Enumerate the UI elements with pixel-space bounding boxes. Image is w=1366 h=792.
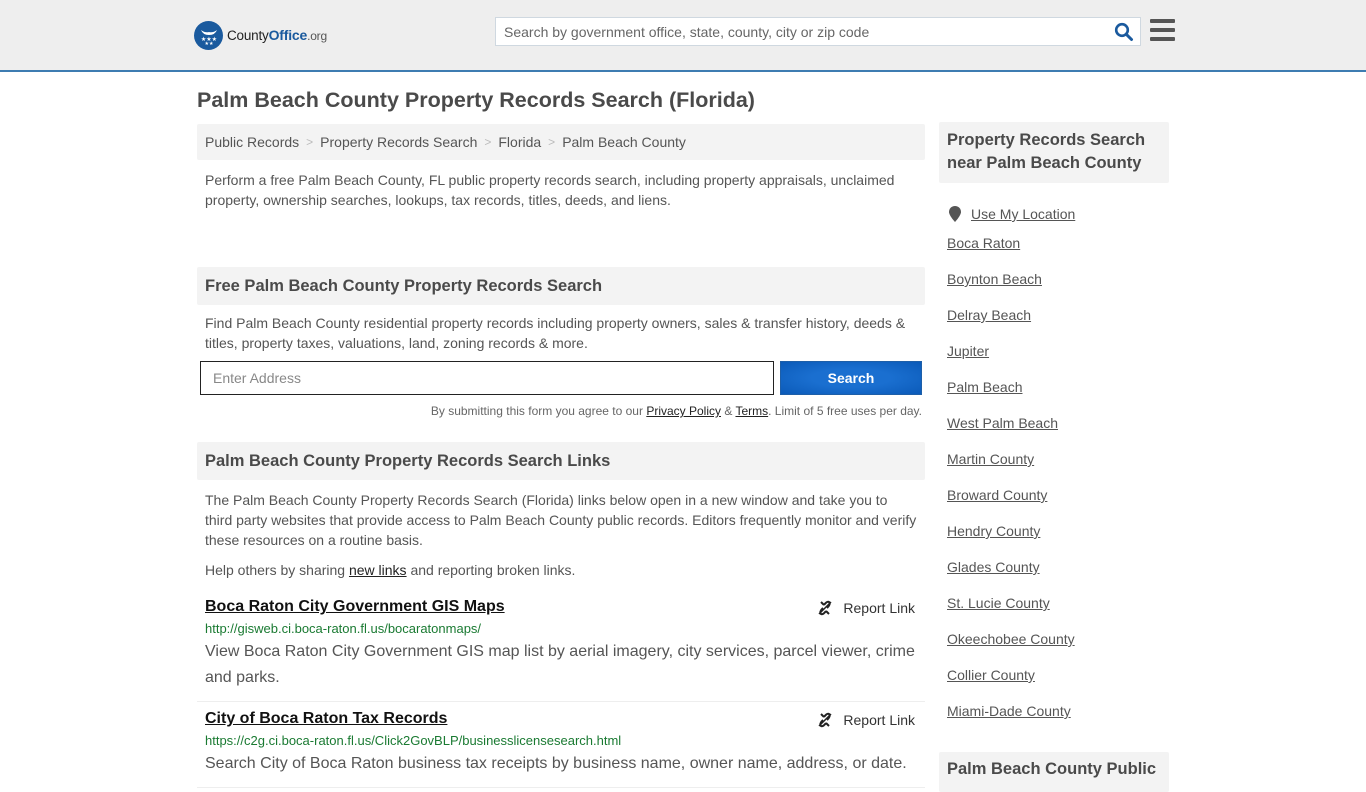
nearby-link-st-lucie-county[interactable]: St. Lucie County (947, 595, 1050, 611)
broken-link-icon (818, 600, 832, 616)
nearby-item: Hendry County (947, 523, 1169, 559)
broken-link-icon (818, 712, 832, 728)
nearby-link-okeechobee-county[interactable]: Okeechobee County (947, 631, 1075, 647)
breadcrumb-palm-beach-county[interactable]: Palm Beach County (562, 134, 686, 150)
nearby-heading: Property Records Search near Palm Beach … (939, 122, 1169, 183)
nearby-link-hendry-county[interactable]: Hendry County (947, 523, 1040, 539)
free-search-description: Find Palm Beach County residential prope… (205, 315, 906, 351)
nearby-item: Palm Beach (947, 379, 1169, 415)
nearby-list: Boca Raton Boynton Beach Delray Beach Ju… (939, 235, 1169, 739)
hamburger-menu-icon[interactable] (1150, 19, 1175, 42)
report-link-button[interactable]: Report Link (817, 712, 915, 728)
nearby-item: Miami-Dade County (947, 703, 1169, 739)
main-content: Public Records > Property Records Search… (197, 124, 925, 788)
terms-link[interactable]: Terms (735, 404, 768, 418)
use-my-location: Use My Location (939, 183, 1169, 227)
nearby-item: Collier County (947, 667, 1169, 703)
site-logo[interactable]: ★★★ ★★ CountyOffice.org (194, 20, 327, 50)
nearby-item: Okeechobee County (947, 631, 1169, 667)
nearby-link-glades-county[interactable]: Glades County (947, 559, 1040, 575)
search-links-heading: Palm Beach County Property Records Searc… (197, 442, 925, 480)
resource-link-title[interactable]: Boca Raton City Government GIS Maps (205, 598, 505, 616)
nearby-item: Broward County (947, 487, 1169, 523)
use-my-location-link[interactable]: Use My Location (971, 206, 1075, 222)
nearby-link-martin-county[interactable]: Martin County (947, 451, 1034, 467)
breadcrumb-property-records-search[interactable]: Property Records Search (320, 134, 477, 150)
nearby-item: Boca Raton (947, 235, 1169, 271)
report-link-button[interactable]: Report Link (817, 600, 915, 616)
svg-text:★★: ★★ (204, 41, 213, 46)
address-search-form: Search (197, 361, 925, 395)
search-icon[interactable] (1114, 22, 1134, 42)
breadcrumb-public-records[interactable]: Public Records (205, 134, 299, 150)
logo-text: CountyOffice.org (227, 27, 327, 43)
resource-link-title[interactable]: City of Boca Raton Tax Records (205, 710, 447, 728)
sidebar: Property Records Search near Palm Beach … (939, 122, 1169, 792)
help-text: Help others by sharing new links and rep… (205, 562, 576, 578)
nearby-item: St. Lucie County (947, 595, 1169, 631)
site-search-input[interactable] (496, 18, 1096, 45)
address-input[interactable] (200, 361, 774, 395)
intro-text: Perform a free Palm Beach County, FL pub… (205, 172, 895, 208)
nearby-item: West Palm Beach (947, 415, 1169, 451)
nearby-link-miami-dade-county[interactable]: Miami-Dade County (947, 703, 1071, 719)
privacy-policy-link[interactable]: Privacy Policy (646, 404, 721, 418)
breadcrumb-separator: > (306, 135, 314, 149)
resource-link-description: Search City of Boca Raton business tax r… (205, 755, 907, 772)
eagle-stars-icon: ★★★ ★★ (194, 20, 223, 50)
resource-link-item: Boca Raton City Government GIS Maps Repo… (197, 590, 925, 702)
nearby-link-palm-beach[interactable]: Palm Beach (947, 379, 1022, 395)
site-header: ★★★ ★★ CountyOffice.org (0, 0, 1366, 72)
nearby-link-west-palm-beach[interactable]: West Palm Beach (947, 415, 1058, 431)
terms-notice: By submitting this form you agree to our… (430, 404, 922, 418)
breadcrumb-separator: > (548, 135, 556, 149)
nearby-link-broward-county[interactable]: Broward County (947, 487, 1047, 503)
new-links-link[interactable]: new links (349, 562, 407, 578)
nearby-link-boynton-beach[interactable]: Boynton Beach (947, 271, 1042, 287)
free-search-heading: Free Palm Beach County Property Records … (197, 267, 925, 305)
map-pin-icon (949, 206, 961, 222)
nearby-link-jupiter[interactable]: Jupiter (947, 343, 989, 359)
nearby-item: Delray Beach (947, 307, 1169, 343)
nearby-item: Glades County (947, 559, 1169, 595)
resource-link-description: View Boca Raton City Government GIS map … (205, 643, 915, 686)
resource-link-url: https://c2g.ci.boca-raton.fl.us/Click2Go… (205, 733, 622, 748)
nearby-link-boca-raton[interactable]: Boca Raton (947, 235, 1020, 251)
public-records-heading: Palm Beach County Public (939, 752, 1169, 792)
breadcrumb-florida[interactable]: Florida (498, 134, 541, 150)
page-title: Palm Beach County Property Records Searc… (197, 88, 755, 112)
breadcrumb: Public Records > Property Records Search… (197, 124, 925, 160)
nearby-item: Martin County (947, 451, 1169, 487)
nearby-item: Boynton Beach (947, 271, 1169, 307)
resource-link-url: http://gisweb.ci.boca-raton.fl.us/bocara… (205, 621, 482, 636)
site-search (495, 17, 1141, 46)
search-links-description: The Palm Beach County Property Records S… (205, 492, 917, 548)
nearby-item: Jupiter (947, 343, 1169, 379)
breadcrumb-separator: > (484, 135, 492, 149)
address-search-button[interactable]: Search (780, 361, 922, 395)
resource-link-item: City of Boca Raton Tax Records Report Li… (197, 702, 925, 788)
nearby-link-collier-county[interactable]: Collier County (947, 667, 1035, 683)
nearby-link-delray-beach[interactable]: Delray Beach (947, 307, 1031, 323)
